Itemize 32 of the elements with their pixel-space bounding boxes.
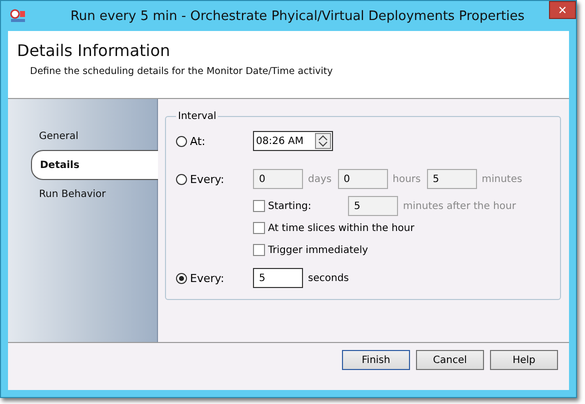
radio-button[interactable] [176,272,187,284]
radio-label: At: [190,134,206,148]
sidebar-tab[interactable]: Details [31,150,158,180]
unit-label: days [308,174,332,184]
unit-label: seconds [308,272,349,284]
radio-label: Every: [190,272,224,284]
radio-button[interactable] [176,136,187,146]
sidebar-tab[interactable]: Run Behavior [8,180,157,208]
radio-label: Every: [190,172,224,186]
dialog-button[interactable]: Help [490,350,558,370]
input-field[interactable]: 5 [253,268,303,288]
checkbox-label: Trigger immediately [268,244,368,256]
radio-button[interactable] [176,174,187,184]
window-title: Run every 5 min - Orchestrate Phyical/Virtual Deployments Properties [70,8,525,24]
spinner-icon[interactable] [315,133,331,149]
checkbox-label: Starting: [268,200,312,212]
unit-label: minutes after the hour [403,200,516,212]
dialog-button[interactable]: Finish [342,350,410,370]
unit-label: minutes [482,174,522,184]
checkbox[interactable] [253,222,265,234]
close-button[interactable]: ✕ [549,1,576,19]
sidebar-tab[interactable]: General [8,122,157,150]
checkbox[interactable] [253,244,265,256]
group-label: Interval [177,111,218,122]
time-value: 08:26 AM [256,136,304,146]
page-description: Define the scheduling details for the Monitor Date/Time activity [30,66,334,77]
input-field[interactable]: 08:26 AM [253,131,333,151]
page-heading: Details Information [17,41,172,60]
unit-label: hours [392,174,421,184]
dialog-button[interactable]: Cancel [416,350,484,370]
app-icon [10,9,26,23]
checkbox-label: At time slices within the hour [268,222,414,234]
